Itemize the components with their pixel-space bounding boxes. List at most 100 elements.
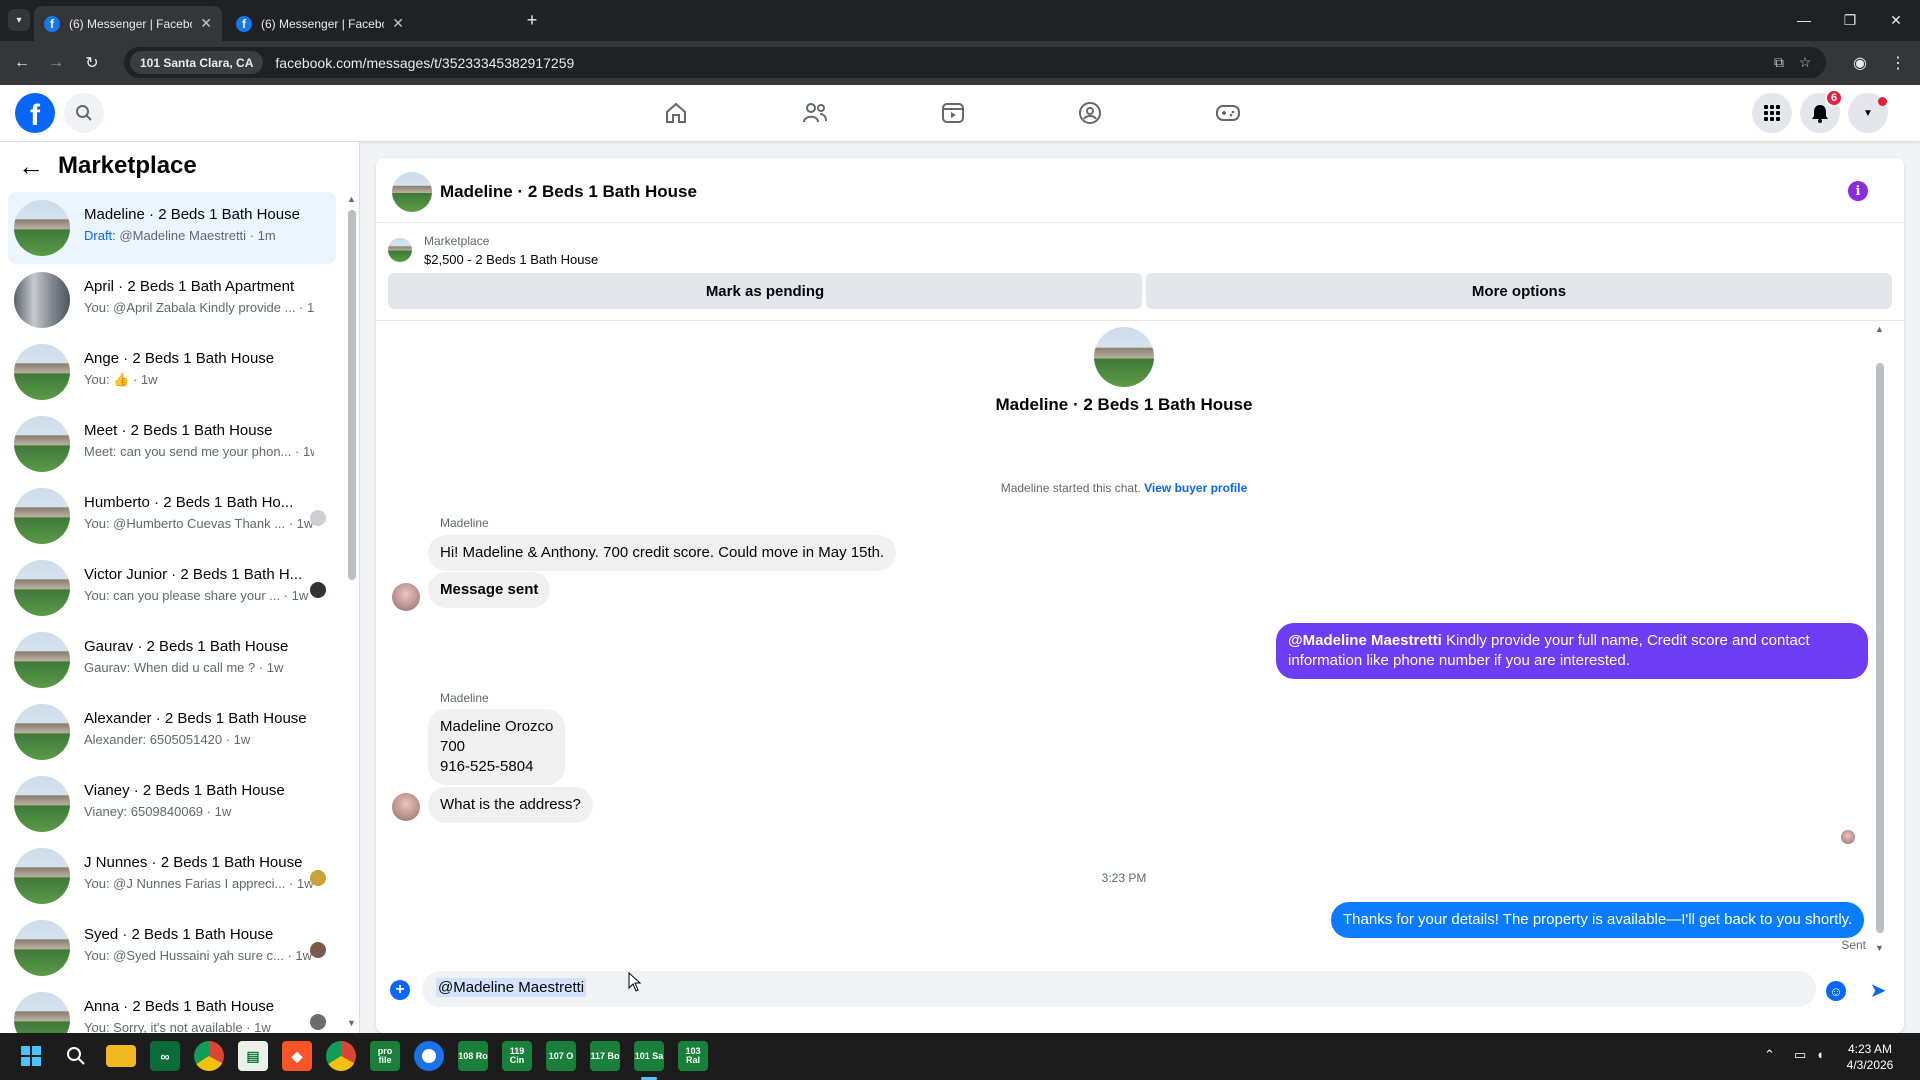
send-icon[interactable]: ➤: [1866, 978, 1890, 1002]
conversation-item[interactable]: Humberto · 2 Beds 1 Bath Ho... You: @Hum…: [8, 480, 336, 552]
conversation-item[interactable]: Madeline · 2 Beds 1 Bath House Draft: @M…: [8, 192, 336, 264]
chat-scrollbar[interactable]: [1876, 363, 1884, 933]
sent-status: Sent: [1841, 938, 1866, 952]
chrome-icon[interactable]: [194, 1041, 224, 1071]
conversation-item[interactable]: Vianey · 2 Beds 1 Bath House Vianey: 650…: [8, 768, 336, 840]
incoming-message[interactable]: Madeline Orozco 700 916-525-5804: [428, 709, 566, 785]
conversation-name: April · 2 Beds 1 Bath Apartment: [84, 278, 295, 295]
restore-button[interactable]: ❐: [1836, 8, 1864, 32]
chat-avatar[interactable]: [392, 172, 432, 212]
conversation-item[interactable]: Gaurav · 2 Beds 1 Bath House Gaurav: Whe…: [8, 624, 336, 696]
seen-by-avatar: [310, 870, 326, 886]
sender-avatar[interactable]: [392, 583, 420, 611]
browser-tab-1[interactable]: f (6) Messenger | Facebook ✕: [34, 6, 222, 41]
close-tab-icon[interactable]: ✕: [392, 15, 404, 32]
url-text[interactable]: facebook.com/messages/t/3523334538291725…: [275, 55, 574, 71]
more-options-button[interactable]: More options: [1146, 273, 1892, 309]
conversation-item[interactable]: April · 2 Beds 1 Bath Apartment You: @Ap…: [8, 264, 336, 336]
file-explorer-icon[interactable]: [106, 1045, 136, 1067]
incoming-message[interactable]: Message sent: [428, 572, 551, 608]
windows-taskbar: ∞ ▤ ◆ pro file 108 Ro 119 Cin 107 O 117 B…: [0, 1033, 1920, 1080]
chat-title[interactable]: Madeline · 2 Beds 1 Bath House: [440, 182, 697, 202]
scroll-down-arrow-icon[interactable]: ▼: [347, 1018, 356, 1028]
info-icon[interactable]: i: [1848, 181, 1868, 201]
view-buyer-profile-link[interactable]: View buyer profile: [1144, 481, 1247, 495]
outgoing-message[interactable]: Thanks for your details! The property is…: [1331, 902, 1865, 938]
facebook-logo-icon[interactable]: f: [15, 93, 55, 133]
account-alert-dot: [1878, 97, 1887, 106]
sender-name: Madeline: [440, 691, 489, 705]
scroll-down-arrow-icon[interactable]: ▼: [1875, 943, 1884, 953]
spreadsheet-app-icon[interactable]: 119 Cin: [502, 1041, 532, 1071]
search-icon[interactable]: [64, 93, 104, 133]
brave-icon[interactable]: ◆: [282, 1041, 312, 1071]
conversation-item[interactable]: Ange · 2 Beds 1 Bath House You: 👍 · 1w: [8, 336, 336, 408]
volume-icon[interactable]: ◖: [1816, 1047, 1824, 1062]
mark-as-pending-button[interactable]: Mark as pending: [388, 273, 1142, 309]
listing-thumbnail[interactable]: [388, 238, 412, 262]
sender-avatar[interactable]: [392, 793, 420, 821]
conversation-item[interactable]: Anna · 2 Beds 1 Bath House You: Sorry, i…: [8, 984, 336, 1033]
tradingview-icon[interactable]: ∞: [150, 1041, 180, 1071]
back-arrow-icon[interactable]: ←: [18, 151, 44, 182]
spreadsheet-app-icon[interactable]: 101 Sa: [634, 1041, 664, 1071]
address-bar[interactable]: 101 Santa Clara, CA facebook.com/message…: [124, 47, 1826, 78]
sidebar-scrollbar[interactable]: [348, 210, 356, 580]
close-window-button[interactable]: ✕: [1882, 8, 1910, 32]
back-icon[interactable]: ←: [10, 51, 34, 75]
video-icon[interactable]: [933, 93, 973, 133]
windows-start-icon[interactable]: [16, 1041, 46, 1071]
draft-label: Draft:: [84, 228, 116, 243]
conversation-name: Victor Junior · 2 Beds 1 Bath H...: [84, 566, 303, 583]
circle-app-icon[interactable]: [414, 1041, 444, 1071]
location-chip[interactable]: 101 Santa Clara, CA: [130, 51, 264, 74]
tab-search-icon[interactable]: ▾: [8, 9, 30, 31]
bookmark-star-icon[interactable]: ☆: [1794, 51, 1816, 73]
conversation-item[interactable]: Syed · 2 Beds 1 Bath House You: @Syed Hu…: [8, 912, 336, 984]
scroll-up-arrow-icon[interactable]: ▲: [347, 194, 356, 204]
spreadsheet-app-icon[interactable]: 108 Ro: [458, 1041, 488, 1071]
conversation-item[interactable]: Victor Junior · 2 Beds 1 Bath H... You: …: [8, 552, 336, 624]
spreadsheet-app-icon[interactable]: 107 O: [546, 1041, 576, 1071]
listing-large-avatar[interactable]: [1094, 327, 1154, 387]
reload-icon[interactable]: ↻: [80, 51, 104, 75]
system-clock[interactable]: 4:23 AM 4/3/2026: [1830, 1041, 1910, 1073]
conversation-snippet: Vianey: 6509840069 · 1w: [84, 804, 232, 819]
chrome-profile-icon[interactable]: [326, 1041, 356, 1071]
emoji-icon[interactable]: ☺: [1826, 981, 1846, 1001]
listing-title[interactable]: $2,500 - 2 Beds 1 Bath House: [424, 252, 598, 267]
spreadsheet-app-icon[interactable]: 103 Ral: [678, 1041, 708, 1071]
incoming-message[interactable]: Hi! Madeline & Anthony. 700 credit score…: [428, 535, 897, 571]
menu-grid-icon[interactable]: [1752, 93, 1792, 133]
outgoing-message[interactable]: @Madeline Maestretti Kindly provide your…: [1276, 623, 1868, 679]
spreadsheet-app-icon[interactable]: pro file: [370, 1041, 400, 1071]
message-composer: + @Madeline Maestretti ☺ ➤: [376, 965, 1904, 1015]
listing-thumbnail: [14, 704, 70, 760]
taskbar-search-icon[interactable]: [61, 1041, 91, 1071]
forward-icon[interactable]: →: [44, 51, 68, 75]
conversation-item[interactable]: J Nunnes · 2 Beds 1 Bath House You: @J N…: [8, 840, 336, 912]
groups-icon[interactable]: [1070, 93, 1110, 133]
new-tab-button[interactable]: +: [520, 8, 544, 32]
conversation-item[interactable]: Alexander · 2 Beds 1 Bath House Alexande…: [8, 696, 336, 768]
profile-icon[interactable]: ◉: [1848, 51, 1872, 75]
browser-tab-2[interactable]: f (6) Messenger | Facebook ✕: [226, 6, 414, 41]
mention[interactable]: @Madeline Maestretti: [1288, 632, 1442, 649]
minimize-button[interactable]: —: [1790, 8, 1818, 32]
friends-icon[interactable]: [795, 93, 835, 133]
spreadsheet-icon[interactable]: ▤: [238, 1041, 268, 1071]
network-icon[interactable]: ▭: [1794, 1047, 1806, 1063]
tray-chevron-up-icon[interactable]: ⌃: [1764, 1047, 1775, 1063]
incoming-message[interactable]: What is the address?: [428, 787, 593, 823]
close-tab-icon[interactable]: ✕: [200, 15, 212, 32]
install-app-icon[interactable]: ⧉: [1768, 51, 1790, 73]
home-icon[interactable]: [656, 93, 696, 133]
browser-menu-icon[interactable]: ⋮: [1886, 51, 1910, 75]
gaming-icon[interactable]: [1208, 93, 1248, 133]
conversation-snippet: You: 👍 · 1w: [84, 372, 158, 387]
plus-icon[interactable]: +: [390, 980, 410, 1000]
scroll-up-arrow-icon[interactable]: ▲: [1875, 324, 1884, 334]
conversation-item[interactable]: Meet · 2 Beds 1 Bath House Meet: can you…: [8, 408, 336, 480]
spreadsheet-app-icon[interactable]: 117 Bo: [590, 1041, 620, 1071]
composer-text[interactable]: @Madeline Maestretti: [436, 978, 587, 997]
